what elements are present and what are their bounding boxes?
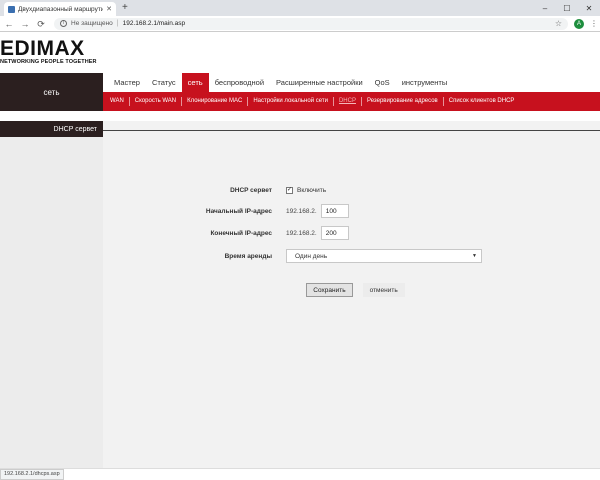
subnav-item-wan-speed[interactable]: Скорость WAN xyxy=(130,97,183,106)
top-navigation: Мастер Статус сеть беспроводной Расширен… xyxy=(103,73,600,92)
end-ip-input[interactable]: 200 xyxy=(320,226,349,240)
dhcp-enable-label[interactable]: Включить xyxy=(297,187,326,194)
back-icon[interactable]: ← xyxy=(4,19,14,29)
topnav-item-qos[interactable]: QoS xyxy=(369,73,396,92)
subnav-item-lan-settings[interactable]: Настройки локальной сети xyxy=(248,97,334,106)
logo: EDIMAX NETWORKING PEOPLE TOGETHER xyxy=(0,37,110,69)
header-spacer xyxy=(0,111,600,121)
url-text[interactable]: 192.168.2.1/main.asp xyxy=(123,20,551,27)
section-title: сеть xyxy=(0,73,103,111)
start-ip-input[interactable]: 100 xyxy=(320,204,349,218)
logo-wordmark: EDIMAX xyxy=(0,37,85,60)
topnav-item-wizard[interactable]: Мастер xyxy=(108,73,146,92)
bookmark-star-icon[interactable]: ☆ xyxy=(555,19,562,28)
address-bar[interactable]: i Не защищено | 192.168.2.1/main.asp ☆ xyxy=(54,17,568,30)
start-ip-prefix: 192.168.2. xyxy=(286,207,317,215)
lease-time-select[interactable]: Один день ▼ xyxy=(286,249,482,263)
sidebar: DHCP сервет xyxy=(0,121,103,469)
subnav-item-wan[interactable]: WAN xyxy=(105,97,130,106)
profile-avatar[interactable]: A xyxy=(574,18,584,29)
reload-icon[interactable]: ⟳ xyxy=(36,19,46,29)
lease-time-row: Время аренды Один день ▼ xyxy=(103,248,600,264)
end-ip-label: Конечный IP-адрес xyxy=(210,229,272,237)
dhcp-enable-checkbox[interactable]: ✓ xyxy=(286,186,293,194)
main-content: DHCP сервет ✓ Включить Начальный IP-адре… xyxy=(103,121,600,469)
forward-icon[interactable]: → xyxy=(20,19,30,29)
form-actions: Сохранить отменить xyxy=(103,283,600,297)
lease-time-value: Один день xyxy=(295,252,328,260)
lease-time-label: Время аренды xyxy=(224,252,272,260)
maximize-icon[interactable]: ☐ xyxy=(556,0,578,16)
browser-status-bar: 192.168.2.1/dhcps.asp xyxy=(0,468,600,480)
favicon-icon xyxy=(8,5,15,13)
info-icon[interactable]: i xyxy=(60,20,67,27)
chevron-down-icon: ▼ xyxy=(472,253,477,259)
subnav-item-dhcp[interactable]: DHCP xyxy=(334,97,362,106)
save-button[interactable]: Сохранить xyxy=(306,283,353,297)
status-url: 192.168.2.1/dhcps.asp xyxy=(0,469,64,480)
new-tab-icon[interactable]: + xyxy=(122,2,128,14)
subnav-item-dhcp-clients[interactable]: Список клиентов DHCP xyxy=(444,97,520,106)
security-label: Не защищено xyxy=(71,20,113,27)
topnav-item-status[interactable]: Статус xyxy=(146,73,182,92)
browser-tab-bar: Двухдиапазонный маршрутиз ✕ + – ☐ ✕ xyxy=(0,0,600,16)
sidebar-item-dhcp-server[interactable]: DHCP сервет xyxy=(0,121,103,137)
window-close-icon[interactable]: ✕ xyxy=(578,0,600,16)
window-controls: – ☐ ✕ xyxy=(534,0,600,16)
cancel-button[interactable]: отменить xyxy=(362,283,405,297)
browser-toolbar: ← → ⟳ i Не защищено | 192.168.2.1/main.a… xyxy=(0,16,600,32)
start-ip-row: Начальный IP-адрес 192.168.2. 100 xyxy=(103,203,600,219)
topnav-item-network[interactable]: сеть xyxy=(181,73,209,92)
topnav-item-tools[interactable]: инструменты xyxy=(396,73,454,92)
router-page: EDIMAX NETWORKING PEOPLE TOGETHER сеть М… xyxy=(0,33,600,469)
dhcp-server-label: DHCP сервет xyxy=(230,186,272,194)
topnav-item-advanced[interactable]: Расширенные настройки xyxy=(270,73,369,92)
tab-title: Двухдиапазонный маршрутиз xyxy=(18,5,104,13)
subnav-item-mac-clone[interactable]: Клонирование MAC xyxy=(182,97,249,106)
dhcp-server-row: DHCP сервет ✓ Включить xyxy=(103,182,600,198)
tab-close-icon[interactable]: ✕ xyxy=(106,5,112,13)
end-ip-prefix: 192.168.2. xyxy=(286,229,317,237)
content-divider xyxy=(103,130,600,131)
end-ip-row: Конечный IP-адрес 192.168.2. 200 xyxy=(103,225,600,241)
browser-menu-icon[interactable]: ⋮ xyxy=(590,19,598,28)
browser-tab[interactable]: Двухдиапазонный маршрутиз ✕ xyxy=(4,2,116,16)
subnav-item-address-reservation[interactable]: Резервирование адресов xyxy=(362,97,444,106)
topnav-item-wireless[interactable]: беспроводной xyxy=(209,73,270,92)
sub-navigation: WAN Скорость WAN Клонирование MAC Настро… xyxy=(103,92,600,111)
minimize-icon[interactable]: – xyxy=(534,0,556,16)
address-separator: | xyxy=(116,20,119,27)
start-ip-label: Начальный IP-адрес xyxy=(205,207,272,215)
logo-tagline: NETWORKING PEOPLE TOGETHER xyxy=(0,59,97,65)
